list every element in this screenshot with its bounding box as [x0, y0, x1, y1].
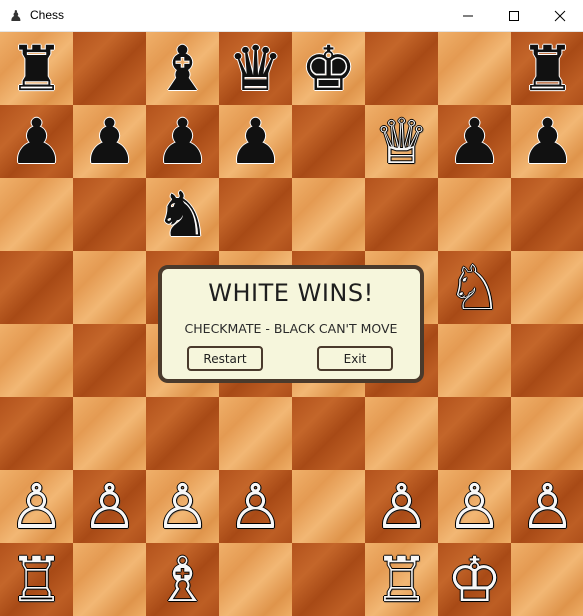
dialog-message: CHECKMATE - BLACK CAN'T MOVE — [184, 321, 398, 336]
black-pawn-icon[interactable]: ♟ — [219, 105, 292, 178]
white-queen-icon[interactable]: ♕ — [365, 105, 438, 178]
square-d6[interactable] — [219, 178, 292, 251]
square-b6[interactable] — [73, 178, 146, 251]
square-e6[interactable] — [292, 178, 365, 251]
square-b3[interactable] — [73, 397, 146, 470]
square-h3[interactable] — [511, 397, 583, 470]
square-d1[interactable] — [219, 543, 292, 616]
exit-button[interactable]: Exit — [317, 346, 393, 371]
square-d3[interactable] — [219, 397, 292, 470]
minimize-icon — [463, 15, 473, 17]
square-b5[interactable] — [73, 251, 146, 324]
square-g4[interactable] — [438, 324, 511, 397]
square-e1[interactable] — [292, 543, 365, 616]
game-over-dialog: WHITE WINS! CHECKMATE - BLACK CAN'T MOVE… — [158, 265, 424, 383]
white-rook-icon[interactable]: ♖ — [365, 543, 438, 616]
white-king-icon[interactable]: ♔ — [438, 543, 511, 616]
square-g8[interactable] — [438, 32, 511, 105]
square-b8[interactable] — [73, 32, 146, 105]
square-e2[interactable] — [292, 470, 365, 543]
square-b4[interactable] — [73, 324, 146, 397]
square-h1[interactable] — [511, 543, 583, 616]
black-pawn-icon[interactable]: ♟ — [73, 105, 146, 178]
white-rook-icon[interactable]: ♖ — [0, 543, 73, 616]
black-rook-icon[interactable]: ♜ — [0, 32, 73, 105]
square-a5[interactable] — [0, 251, 73, 324]
white-knight-icon[interactable]: ♘ — [438, 251, 511, 324]
white-pawn-icon[interactable]: ♙ — [0, 470, 73, 543]
title-bar: ♟ Chess — [0, 0, 583, 32]
square-b1[interactable] — [73, 543, 146, 616]
maximize-icon — [509, 11, 519, 21]
black-king-icon[interactable]: ♚ — [292, 32, 365, 105]
black-queen-icon[interactable]: ♛ — [219, 32, 292, 105]
square-f6[interactable] — [365, 178, 438, 251]
window-title: Chess — [30, 8, 65, 22]
chess-pawn-icon: ♟ — [9, 7, 23, 25]
white-pawn-icon[interactable]: ♙ — [146, 470, 219, 543]
black-rook-icon[interactable]: ♜ — [511, 32, 583, 105]
square-c3[interactable] — [146, 397, 219, 470]
black-knight-icon[interactable]: ♞ — [146, 178, 219, 251]
square-f8[interactable] — [365, 32, 438, 105]
square-e3[interactable] — [292, 397, 365, 470]
dialog-title: WHITE WINS! — [208, 279, 374, 307]
square-a6[interactable] — [0, 178, 73, 251]
square-g3[interactable] — [438, 397, 511, 470]
square-a4[interactable] — [0, 324, 73, 397]
square-e7[interactable] — [292, 105, 365, 178]
white-pawn-icon[interactable]: ♙ — [73, 470, 146, 543]
square-f3[interactable] — [365, 397, 438, 470]
white-bishop-icon[interactable]: ♗ — [146, 543, 219, 616]
restart-button[interactable]: Restart — [187, 346, 263, 371]
black-bishop-icon[interactable]: ♝ — [146, 32, 219, 105]
white-pawn-icon[interactable]: ♙ — [511, 470, 583, 543]
close-icon — [554, 10, 566, 22]
black-pawn-icon[interactable]: ♟ — [511, 105, 583, 178]
square-h4[interactable] — [511, 324, 583, 397]
black-pawn-icon[interactable]: ♟ — [0, 105, 73, 178]
square-a3[interactable] — [0, 397, 73, 470]
square-g6[interactable] — [438, 178, 511, 251]
white-pawn-icon[interactable]: ♙ — [365, 470, 438, 543]
black-pawn-icon[interactable]: ♟ — [146, 105, 219, 178]
black-pawn-icon[interactable]: ♟ — [438, 105, 511, 178]
close-button[interactable] — [537, 0, 583, 32]
minimize-button[interactable] — [445, 0, 491, 32]
white-pawn-icon[interactable]: ♙ — [438, 470, 511, 543]
square-h6[interactable] — [511, 178, 583, 251]
square-h5[interactable] — [511, 251, 583, 324]
white-pawn-icon[interactable]: ♙ — [219, 470, 292, 543]
maximize-button[interactable] — [491, 0, 537, 32]
